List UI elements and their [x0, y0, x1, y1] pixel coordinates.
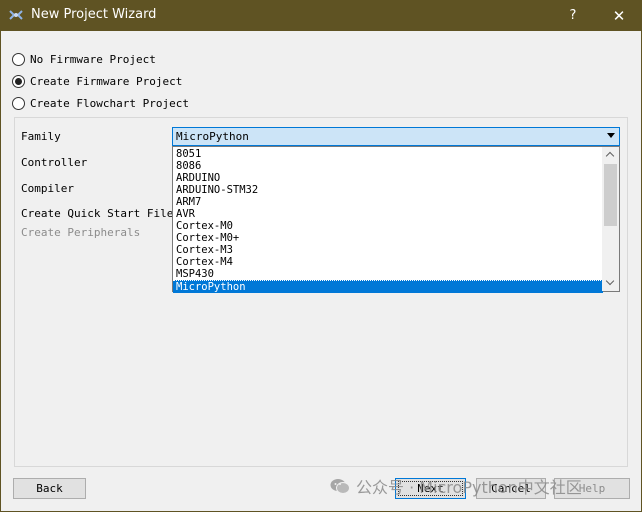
chevron-down-icon[interactable]	[602, 274, 619, 291]
radio-create-flowchart[interactable]: Create Flowchart Project	[12, 95, 189, 111]
help-title-button[interactable]: ?	[550, 0, 596, 31]
dropdown-option[interactable]: Cortex-M0+	[173, 232, 603, 244]
controller-label: Controller	[21, 156, 88, 169]
dropdown-option[interactable]: Cortex-M4	[173, 256, 603, 268]
dropdown-option[interactable]: 8086	[173, 160, 603, 172]
quick-start-label: Create Quick Start Files	[21, 207, 180, 220]
peripherals-label: Create Peripherals	[21, 226, 141, 239]
wechat-icon	[330, 478, 350, 495]
radio-no-firmware[interactable]: No Firmware Project	[12, 51, 156, 67]
window-title: New Project Wizard	[31, 7, 157, 22]
radio-label: Create Flowchart Project	[30, 96, 189, 110]
back-button[interactable]: Back	[13, 478, 86, 499]
dropdown-option[interactable]: ARDUINO-STM32	[173, 184, 603, 196]
title-bar[interactable]: New Project Wizard ? ✕	[0, 0, 642, 31]
radio-button[interactable]	[12, 52, 25, 66]
dropdown-items: 8051 8086 ARDUINO ARDUINO-STM32 ARM7 AVR Corte…	[173, 148, 603, 293]
chevron-up-icon[interactable]	[602, 147, 619, 164]
wizard-app-icon	[8, 7, 24, 23]
radio-create-firmware[interactable]: Create Firmware Project	[12, 73, 182, 89]
radio-button[interactable]	[12, 74, 25, 88]
watermark-text: 公众号 · MicroPython中文社区	[356, 478, 582, 497]
watermark: 公众号 · MicroPython中文社区	[330, 474, 582, 498]
dropdown-option[interactable]: Cortex-M3	[173, 244, 603, 256]
dropdown-option[interactable]: 8051	[173, 148, 603, 160]
dropdown-scrollbar[interactable]	[602, 147, 619, 291]
family-combo-value: MicroPython	[176, 130, 249, 143]
family-label: Family	[21, 130, 61, 143]
scrollbar-thumb[interactable]	[604, 164, 617, 226]
dropdown-option[interactable]: AVR	[173, 208, 603, 220]
family-dropdown-list[interactable]: 8051 8086 ARDUINO ARDUINO-STM32 ARM7 AVR Corte…	[172, 146, 620, 293]
dropdown-option[interactable]: Cortex-M0	[173, 220, 603, 232]
dropdown-option[interactable]: ARDUINO	[173, 172, 603, 184]
dropdown-option[interactable]: MicroPython	[173, 280, 603, 293]
radio-label: Create Firmware Project	[30, 74, 183, 88]
dropdown-option[interactable]: ARM7	[173, 196, 603, 208]
dropdown-option[interactable]: MSP430	[173, 268, 603, 280]
radio-button[interactable]	[12, 96, 25, 110]
radio-label: No Firmware Project	[30, 52, 156, 66]
compiler-label: Compiler	[21, 182, 74, 195]
family-combobox[interactable]: MicroPython	[172, 127, 620, 146]
close-button[interactable]: ✕	[596, 0, 642, 31]
chevron-down-icon[interactable]	[607, 133, 615, 138]
